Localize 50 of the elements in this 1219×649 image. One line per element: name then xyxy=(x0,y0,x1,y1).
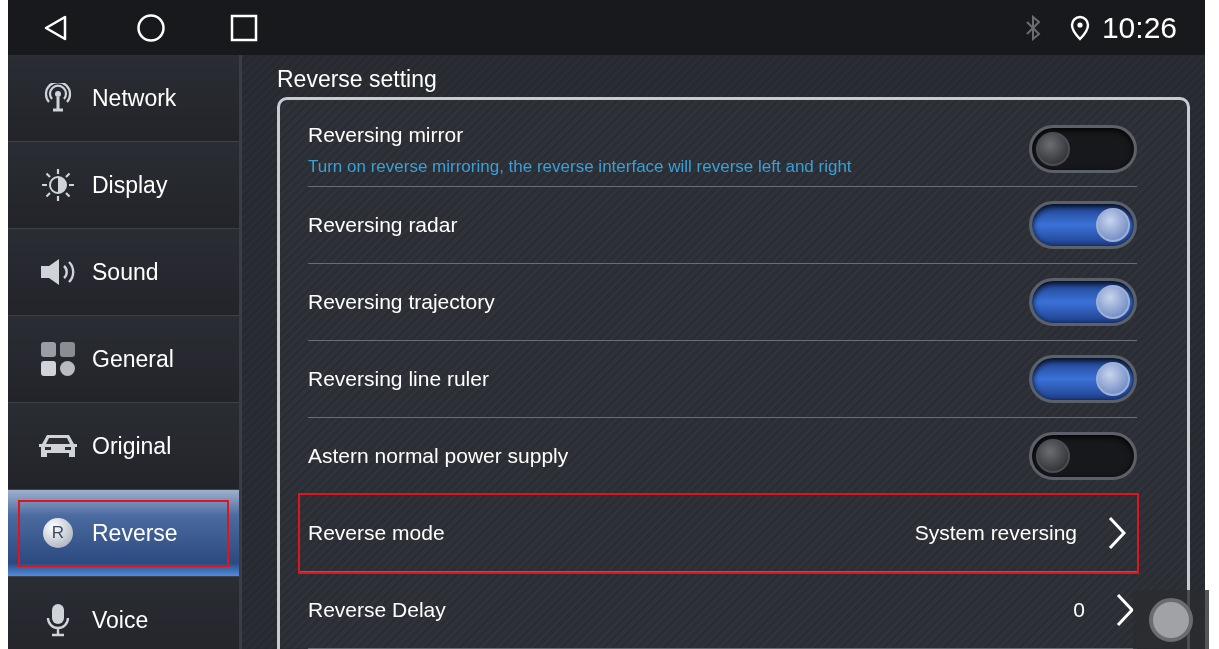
sidebar-label: Reverse xyxy=(92,518,178,548)
setting-row[interactable]: Reversing radar xyxy=(308,187,1137,264)
setting-row[interactable]: Reversing line ruler xyxy=(308,341,1137,418)
setting-label: Reversing line ruler xyxy=(308,366,490,393)
sidebar-label: Sound xyxy=(92,257,159,287)
setting-description: Turn on reverse mirroring, the reverse interface will reverse left and right xyxy=(308,155,853,178)
setting-value: 0 xyxy=(1073,597,1085,624)
speaker-icon xyxy=(39,257,77,287)
setting-label: Reversing trajectory xyxy=(308,289,496,316)
setting-label: Astern normal power supply xyxy=(308,443,570,470)
sidebar-item[interactable]: Display xyxy=(8,142,239,229)
sidebar-label: Display xyxy=(92,170,168,200)
section-title: Reverse setting xyxy=(277,64,438,94)
setting-value: System reversing xyxy=(914,520,1077,547)
antenna-icon xyxy=(43,83,73,113)
microphone-icon xyxy=(45,603,71,637)
sidebar-item[interactable]: General xyxy=(8,316,239,403)
clock-time: 10:26 xyxy=(1101,10,1177,46)
sidebar-item[interactable]: R Reverse xyxy=(8,490,239,577)
chevron-right-icon xyxy=(1107,516,1127,550)
letter-badge-icon: R xyxy=(43,518,73,548)
home-icon[interactable] xyxy=(136,12,166,43)
brightness-icon xyxy=(41,168,75,202)
sidebar-item[interactable]: Original xyxy=(8,403,239,490)
setting-row[interactable]: Astern normal power supply xyxy=(308,418,1137,495)
sidebar-item[interactable]: Network xyxy=(8,55,239,142)
recent-apps-icon[interactable] xyxy=(230,13,258,42)
setting-label: Reverse mode xyxy=(308,520,446,547)
grid-icon xyxy=(40,341,76,377)
sidebar-item[interactable]: Sound xyxy=(8,229,239,316)
setting-row[interactable]: Reversing trajectory xyxy=(308,264,1137,341)
sidebar-label: Network xyxy=(92,83,177,113)
sidebar-label: Original xyxy=(92,431,172,461)
setting-label: Reversing radar xyxy=(308,212,459,239)
toggle-switch[interactable] xyxy=(1029,125,1137,173)
sidebar-label: Voice xyxy=(92,605,149,635)
floating-assist-button[interactable] xyxy=(1133,590,1209,649)
location-pin-icon xyxy=(1069,14,1090,41)
setting-label: Reversing mirror xyxy=(308,122,465,148)
setting-row[interactable]: Reversing mirror Turn on reverse mirroring, the reverse interface will reverse left and right xyxy=(308,112,1137,187)
toggle-switch[interactable] xyxy=(1029,355,1137,403)
sidebar-item[interactable]: Voice xyxy=(8,577,239,649)
setting-row[interactable]: Reverse mode System reversing xyxy=(300,495,1137,572)
sidebar-label: General xyxy=(92,344,174,374)
bluetooth-icon xyxy=(1023,14,1042,41)
toggle-switch[interactable] xyxy=(1029,278,1137,326)
setting-label: Reverse Delay xyxy=(308,597,447,624)
toggle-switch[interactable] xyxy=(1029,201,1137,249)
chevron-right-icon xyxy=(1115,593,1135,627)
toggle-switch[interactable] xyxy=(1029,432,1137,480)
